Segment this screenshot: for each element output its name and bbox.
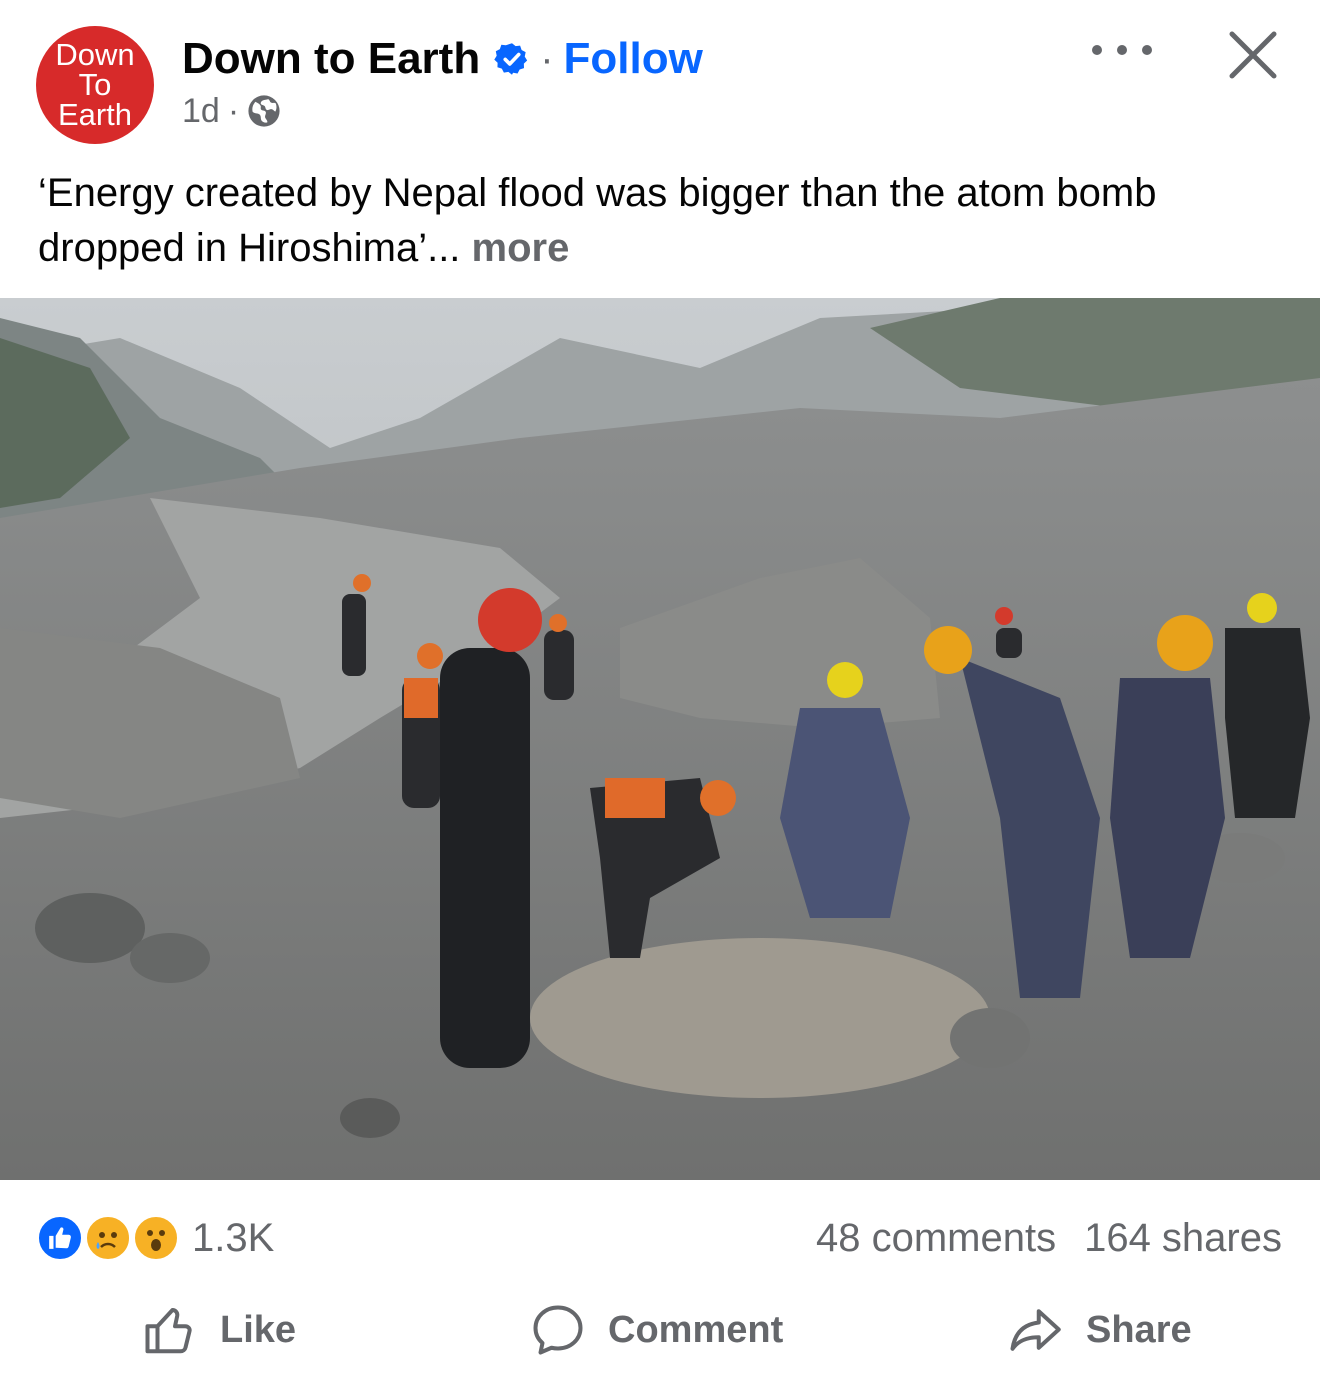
post-header: Down To Earth Down to Earth · Follow 1d … bbox=[0, 0, 1320, 150]
engagement-stats: 48 comments 164 shares bbox=[816, 1208, 1282, 1268]
page-name[interactable]: Down to Earth bbox=[182, 34, 480, 84]
post-timestamp[interactable]: 1d bbox=[182, 92, 220, 131]
close-icon[interactable] bbox=[1226, 28, 1280, 82]
meta-separator-dot: · bbox=[227, 91, 240, 130]
like-outline-icon bbox=[145, 1308, 192, 1354]
like-button[interactable]: Like bbox=[140, 1290, 296, 1370]
verified-badge-icon bbox=[494, 43, 528, 75]
flood-rescue-photo bbox=[0, 298, 1320, 1180]
share-label: Share bbox=[1086, 1308, 1192, 1351]
globe-icon bbox=[248, 95, 280, 127]
post-caption: ‘Energy created by Nepal flood was bigge… bbox=[38, 166, 1288, 276]
reactions-summary[interactable]: 1.3K bbox=[36, 1208, 274, 1268]
reaction-icons bbox=[36, 1212, 186, 1264]
action-bar: Like Comment Share bbox=[0, 1290, 1320, 1370]
caption-text: ‘Energy created by Nepal flood was bigge… bbox=[38, 171, 1157, 270]
avatar-line-3: Earth bbox=[57, 97, 133, 132]
post-photo[interactable] bbox=[0, 298, 1320, 1180]
page-avatar[interactable]: Down To Earth bbox=[36, 26, 154, 144]
more-dot-icon bbox=[1092, 45, 1102, 55]
comment-icon bbox=[533, 1305, 583, 1355]
share-icon bbox=[1010, 1309, 1061, 1351]
name-row: Down to Earth · Follow bbox=[182, 30, 703, 88]
see-more-link[interactable]: more bbox=[472, 226, 570, 270]
reaction-count: 1.3K bbox=[192, 1215, 275, 1260]
wow-icon bbox=[132, 1214, 180, 1262]
like-icon bbox=[36, 1214, 84, 1262]
sad-icon bbox=[84, 1214, 132, 1262]
avatar-line-2: To bbox=[78, 67, 112, 102]
separator-dot: · bbox=[540, 36, 554, 81]
comments-count[interactable]: 48 comments bbox=[816, 1216, 1056, 1261]
comment-label: Comment bbox=[608, 1308, 784, 1351]
share-button[interactable]: Share bbox=[1004, 1290, 1192, 1370]
post-meta: 1d · bbox=[182, 88, 281, 134]
comment-button[interactable]: Comment bbox=[528, 1290, 783, 1370]
more-dot-icon bbox=[1142, 45, 1152, 55]
shares-count[interactable]: 164 shares bbox=[1084, 1216, 1282, 1261]
avatar-line-1: Down bbox=[55, 37, 135, 72]
follow-button[interactable]: Follow bbox=[564, 34, 703, 84]
like-label: Like bbox=[220, 1308, 297, 1351]
more-options-button[interactable] bbox=[1092, 30, 1152, 70]
more-dot-icon bbox=[1117, 45, 1127, 55]
